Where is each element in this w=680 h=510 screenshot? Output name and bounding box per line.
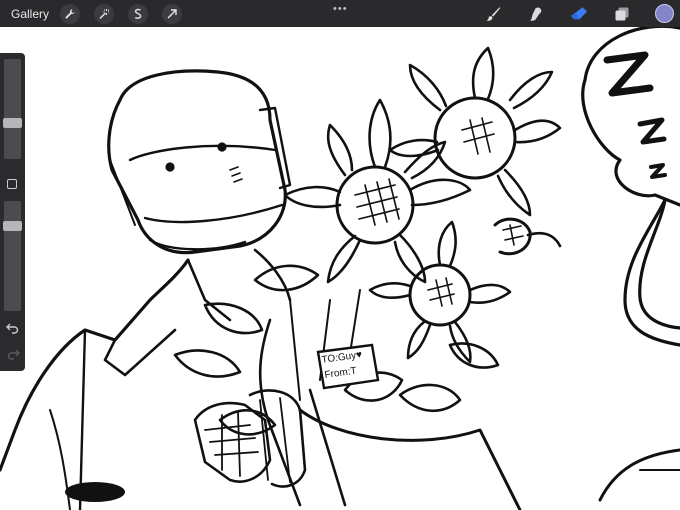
redo-icon[interactable] [6, 347, 20, 361]
selection-icon[interactable] [128, 3, 149, 24]
bubble-tail-line [623, 198, 680, 347]
brush-size-thumb[interactable] [3, 117, 22, 128]
magic-wand-icon[interactable] [94, 3, 115, 24]
brush-size-slider[interactable] [4, 59, 21, 159]
sunflower-1 [283, 98, 472, 284]
smudge-icon[interactable] [526, 4, 546, 24]
more-options-button[interactable]: ••• [333, 3, 348, 15]
layers-icon[interactable] [612, 4, 632, 24]
color-picker-button[interactable] [655, 4, 674, 23]
opacity-slider[interactable] [4, 201, 21, 311]
gift-note: TO:Guy♥ From:T [316, 343, 380, 390]
jacket-shoulder [0, 258, 190, 472]
sunflower-3 [368, 220, 512, 364]
leaf [253, 264, 320, 292]
brush-icon[interactable] [483, 4, 503, 24]
wrench-icon[interactable] [60, 3, 81, 24]
brush-sidebar [0, 53, 25, 371]
robot-hand [193, 389, 307, 488]
opacity-thumb[interactable] [3, 221, 22, 231]
sunflower-4 [493, 217, 562, 256]
undo-icon[interactable] [6, 321, 20, 335]
sunflower-2 [388, 46, 562, 217]
eraser-icon[interactable] [569, 4, 589, 24]
gallery-button[interactable]: Gallery [11, 7, 49, 21]
modify-button[interactable] [7, 179, 17, 189]
drawing-canvas[interactable]: TO:Guy♥ From:T [0, 27, 680, 510]
transform-arrow-icon[interactable] [162, 3, 183, 24]
